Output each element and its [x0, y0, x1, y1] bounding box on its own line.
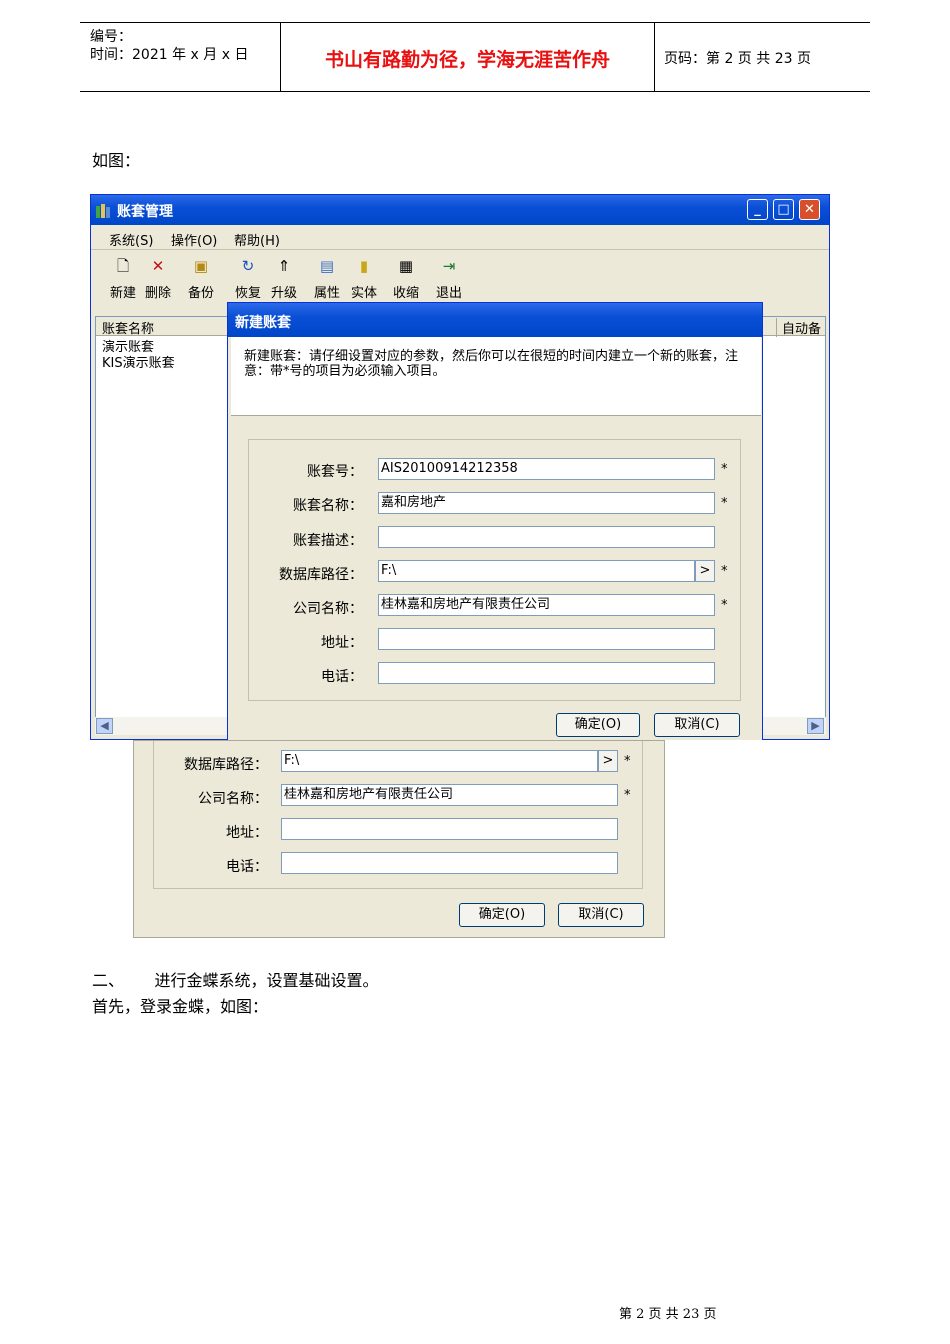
field-label: 数据库路径：	[184, 757, 268, 773]
tool-label: 属性	[313, 286, 340, 301]
required-mark: *	[721, 462, 728, 477]
dialog-detail-screenshot: 数据库路径： F:\ > * 公司名称： 桂林嘉和房地产有限责任公司 * 地址：…	[133, 740, 665, 938]
required-mark: *	[721, 496, 728, 511]
properties-icon: ▤	[319, 257, 335, 275]
phone-field[interactable]	[281, 852, 618, 874]
tool-delete[interactable]: ✕ 删除	[142, 256, 174, 301]
document-header: 编号： 时间：2021 年 x 月 x 日 书山有路勤为径，学海无涯苦作舟 页码…	[80, 22, 870, 92]
tool-upgrade[interactable]: ⇑ 升级	[268, 256, 300, 301]
field-label: 公司名称：	[198, 791, 268, 807]
slogan: 书山有路勤为径，学海无涯苦作舟	[324, 49, 610, 71]
delete-icon: ✕	[151, 257, 165, 275]
browse-button[interactable]: >	[598, 750, 618, 772]
menu-system[interactable]: 系统(S)	[109, 230, 153, 249]
dialog-instruction-panel: 新建账套：请仔细设置对应的参数，然后你可以在很短的时间内建立一个新的账套，注意：…	[231, 337, 761, 416]
new-file-icon: 🗋	[116, 257, 130, 275]
new-account-dialog: 新建账套 新建账套：请仔细设置对应的参数，然后你可以在很短的时间内建立一个新的账…	[227, 302, 763, 740]
app-icon	[96, 204, 110, 218]
tool-restore[interactable]: ↻ 恢复	[232, 256, 264, 301]
column-header-name[interactable]: 账套名称	[102, 318, 154, 337]
minimize-button[interactable]: _	[747, 199, 768, 220]
required-mark: *	[624, 788, 631, 803]
column-header-auto-backup[interactable]: 自动备	[776, 318, 821, 337]
field-label: 地址：	[226, 825, 268, 841]
dialog-instruction: 新建账套：请仔细设置对应的参数，然后你可以在很短的时间内建立一个新的账套，注意：…	[244, 349, 739, 379]
address-field[interactable]	[378, 628, 715, 650]
restore-icon: ↻	[241, 257, 255, 275]
tool-entity[interactable]: ▮ 实体	[348, 256, 380, 301]
field-label: 地址：	[321, 635, 363, 651]
intro-text: 如图：	[92, 151, 141, 170]
tool-label: 删除	[144, 286, 171, 301]
field-label: 账套名称：	[293, 498, 363, 514]
account-name-field[interactable]: 嘉和房地产	[378, 492, 715, 514]
tool-label: 新建	[109, 286, 136, 301]
number-label: 编号：	[90, 29, 132, 45]
maximize-button[interactable]: □	[773, 199, 794, 220]
dialog-titlebar: 新建账套	[228, 303, 762, 337]
time-label: 时间：2021 年 x 月 x 日	[90, 47, 249, 63]
scroll-right-icon[interactable]: ▶	[807, 718, 824, 734]
account-description-field[interactable]	[378, 526, 715, 548]
field-label: 电话：	[226, 859, 268, 875]
field-label: 电话：	[321, 669, 363, 685]
page-label: 页码：第 2 页 共 23 页	[664, 51, 811, 67]
tool-label: 收缩	[392, 286, 419, 301]
ok-button[interactable]: 确定(O)	[556, 713, 640, 737]
tool-new[interactable]: 🗋 新建	[107, 256, 139, 301]
required-mark: *	[624, 754, 631, 769]
field-label: 账套描述：	[293, 533, 363, 549]
address-field[interactable]	[281, 818, 618, 840]
exit-icon: ⇥	[442, 257, 456, 275]
company-name-field[interactable]: 桂林嘉和房地产有限责任公司	[378, 594, 715, 616]
field-label: 公司名称：	[293, 601, 363, 617]
menu-bar: 系统(S) 操作(O) 帮助(H)	[91, 225, 829, 250]
window-titlebar: 账套管理 _ □ ✕	[91, 195, 829, 225]
database-path-field[interactable]: F:\	[281, 750, 598, 772]
section-heading: 二、 进行金蝶系统，设置基础设置。	[92, 971, 379, 990]
ok-button[interactable]: 确定(O)	[459, 903, 545, 927]
cancel-button[interactable]: 取消(C)	[654, 713, 740, 737]
field-label: 数据库路径：	[279, 567, 363, 583]
tool-label: 升级	[270, 286, 297, 301]
dialog-title: 新建账套	[235, 315, 291, 331]
cancel-button[interactable]: 取消(C)	[558, 903, 644, 927]
tool-label: 退出	[435, 286, 462, 301]
toolbar: 🗋 新建 ✕ 删除 ▣ 备份 ↻ 恢复 ⇑ 升级 ▤ 属性 ▮ 实体 ▦ 收缩	[91, 250, 829, 308]
login-text: 首先，登录金蝶，如图：	[92, 997, 269, 1016]
database-path-field[interactable]: F:\	[378, 560, 695, 582]
tool-label: 备份	[187, 286, 214, 301]
menu-operation[interactable]: 操作(O)	[171, 230, 217, 249]
account-number-field[interactable]: AIS20100914212358	[378, 458, 715, 480]
required-mark: *	[721, 598, 728, 613]
tool-label: 恢复	[234, 286, 261, 301]
field-label: 账套号：	[307, 464, 363, 480]
database-icon: ▮	[359, 257, 369, 275]
tool-exit[interactable]: ⇥ 退出	[433, 256, 465, 301]
tool-properties[interactable]: ▤ 属性	[311, 256, 343, 301]
menu-help[interactable]: 帮助(H)	[234, 230, 280, 249]
shrink-icon: ▦	[398, 257, 414, 275]
tool-backup[interactable]: ▣ 备份	[185, 256, 217, 301]
scroll-left-icon[interactable]: ◀	[96, 718, 113, 734]
close-button[interactable]: ✕	[799, 199, 820, 220]
list-item[interactable]: KIS演示账套	[102, 352, 175, 371]
required-mark: *	[721, 564, 728, 579]
tool-label: 实体	[350, 286, 377, 301]
divider	[654, 23, 655, 91]
backup-icon: ▣	[193, 257, 209, 275]
phone-field[interactable]	[378, 662, 715, 684]
page-footer: 第 2 页 共 23 页	[619, 1307, 717, 1322]
tool-shrink[interactable]: ▦ 收缩	[390, 256, 422, 301]
company-name-field[interactable]: 桂林嘉和房地产有限责任公司	[281, 784, 618, 806]
window-title: 账套管理	[117, 204, 173, 220]
browse-button[interactable]: >	[695, 560, 715, 582]
upgrade-icon: ⇑	[277, 257, 291, 275]
